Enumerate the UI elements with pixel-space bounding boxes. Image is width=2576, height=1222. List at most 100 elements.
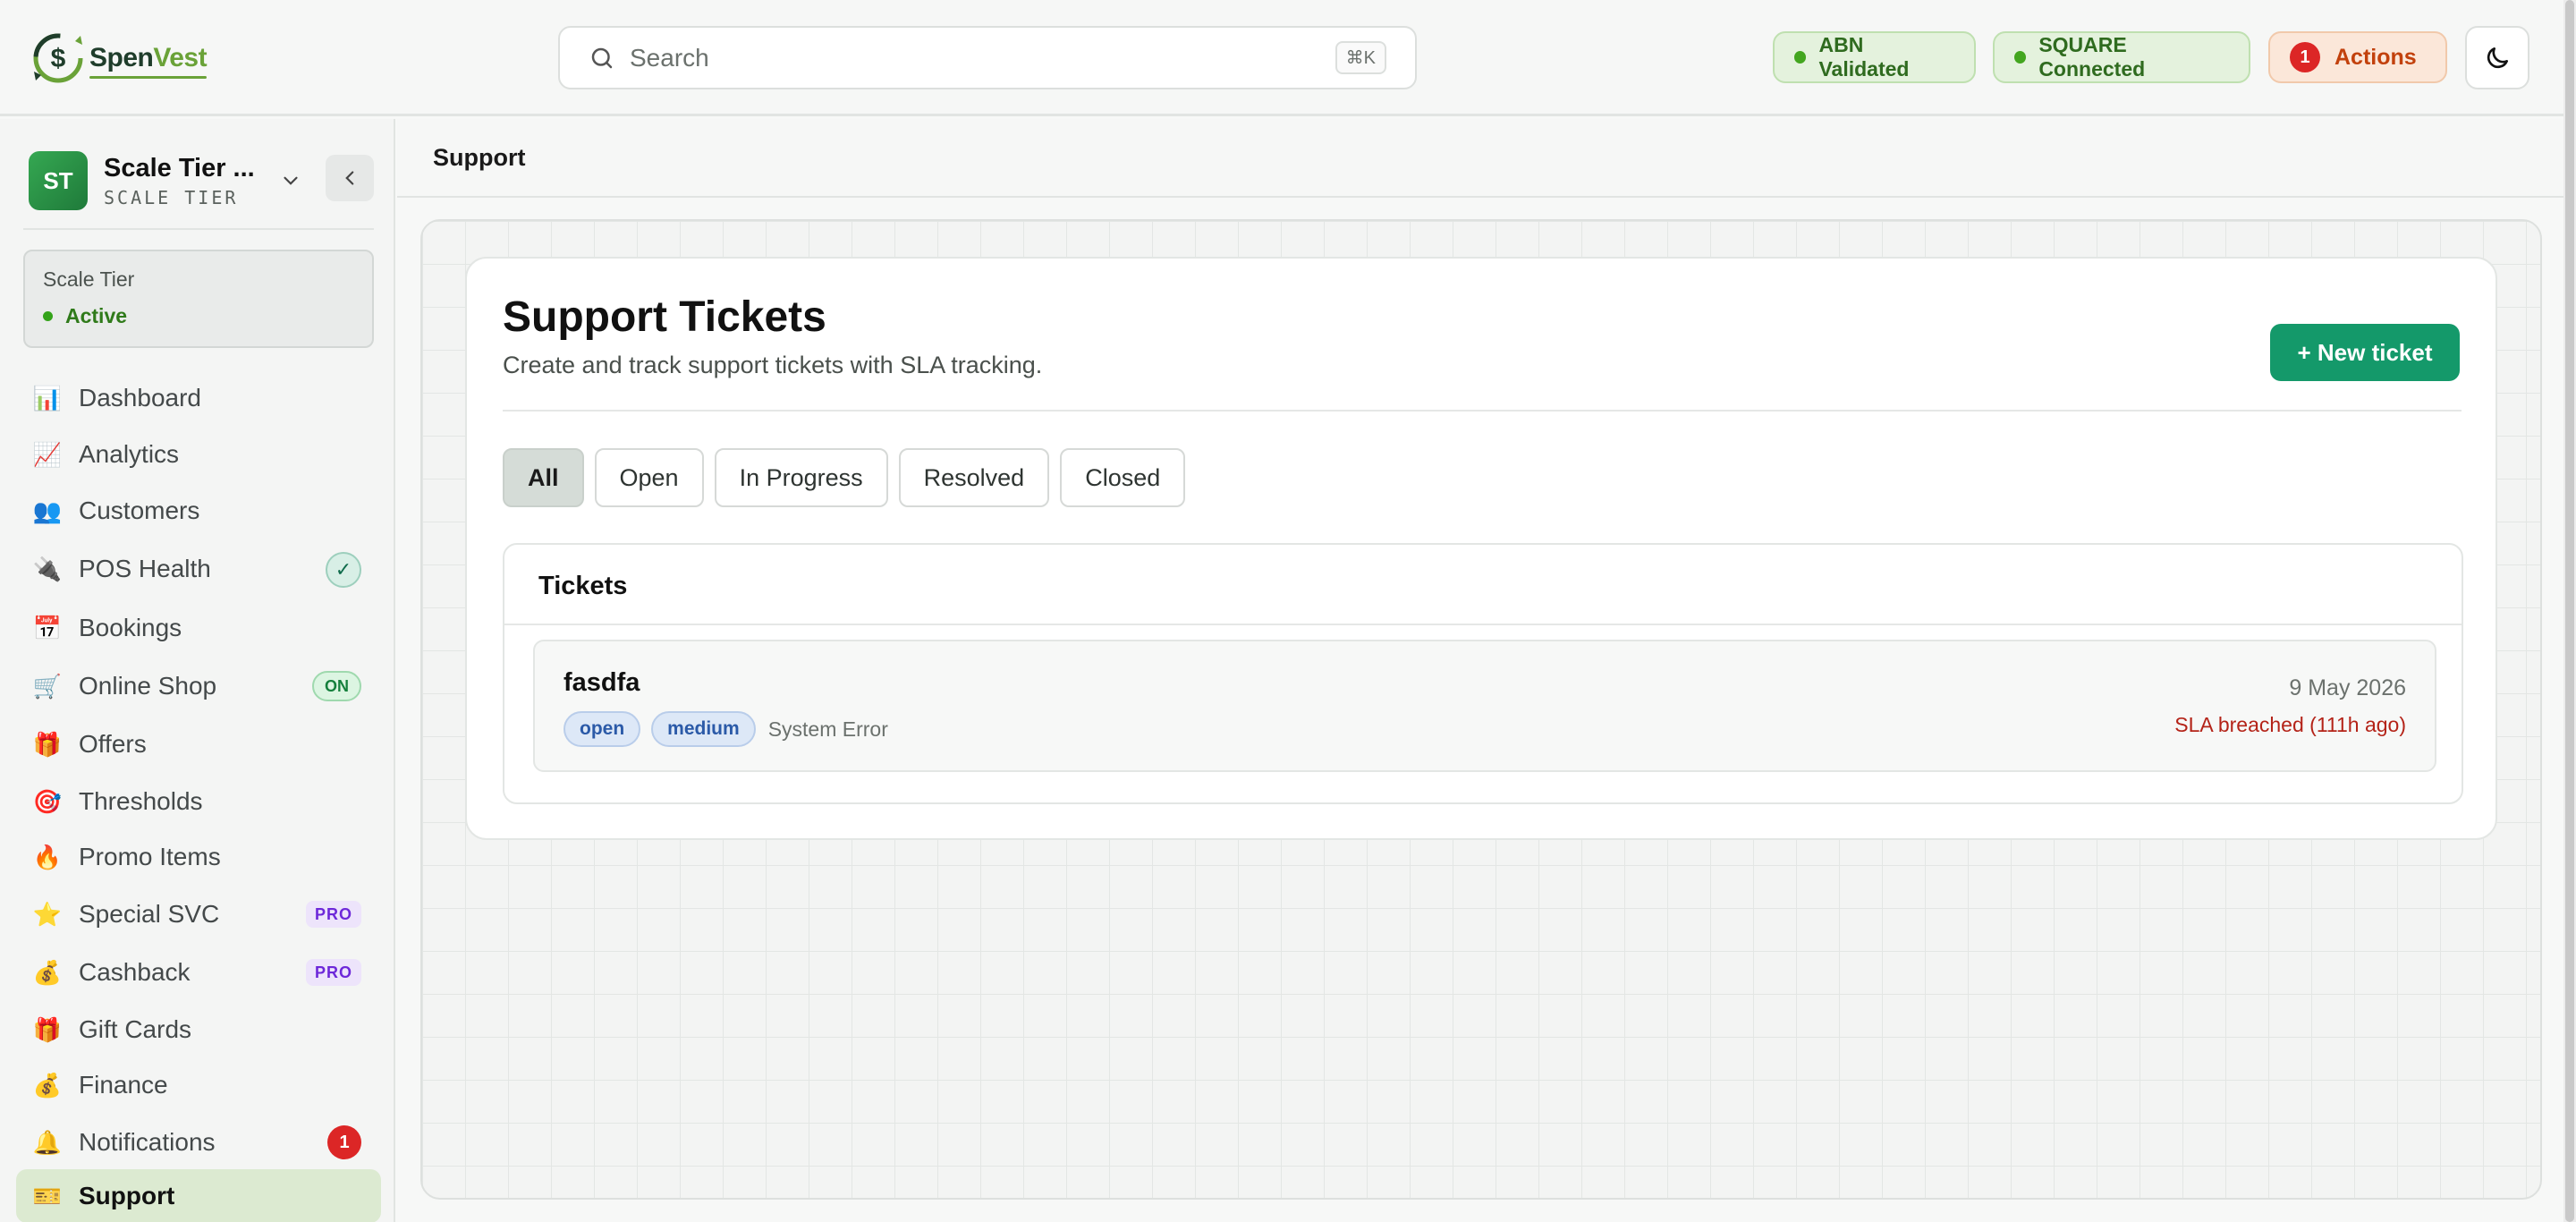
- workspace-switcher[interactable]: ST Scale Tier ... SCALE TIER: [29, 151, 369, 210]
- sidebar-item-label: Finance: [79, 1071, 168, 1099]
- sidebar-item-cashback[interactable]: 💰 Cashback PRO: [16, 946, 381, 999]
- pro-badge: PRO: [305, 959, 361, 986]
- search-shortcut-hint: ⌘K: [1335, 41, 1386, 74]
- filter-in-progress[interactable]: In Progress: [714, 448, 888, 507]
- square-connected-label: SQUARE Connected: [2038, 33, 2146, 81]
- ticket-row[interactable]: fasdfa open medium System Error 9 May 20…: [533, 640, 2436, 772]
- abn-validated-label: ABN Validated: [1818, 33, 1910, 81]
- sidebar-item-label: Promo Items: [79, 843, 221, 870]
- sidebar-item-label: Notifications: [79, 1128, 216, 1156]
- ticket-priority-tag: medium: [651, 711, 756, 747]
- ticket-sla-status: SLA breached (111h ago): [2174, 713, 2406, 736]
- sidebar-item-label: Thresholds: [79, 787, 203, 815]
- sidebar-item-finance[interactable]: 💰 Finance: [16, 1058, 381, 1112]
- workspace-name: Scale Tier ...: [104, 153, 255, 182]
- filter-open[interactable]: Open: [594, 448, 704, 507]
- collapse-sidebar-button[interactable]: [326, 155, 374, 201]
- sidebar-item-label: Online Shop: [79, 672, 217, 700]
- sidebar-item-promo-items[interactable]: 🔥 Promo Items: [16, 830, 381, 884]
- sidebar-item-bookings[interactable]: 📅 Bookings: [16, 601, 381, 655]
- ticket-date: 9 May 2026: [2289, 675, 2406, 700]
- status-dot-icon: [1794, 51, 1807, 64]
- sidebar-item-customers[interactable]: 👥 Customers: [16, 484, 381, 538]
- on-badge: ON: [312, 671, 361, 701]
- top-header: $ SpenVest ⌘K ABN Validated SQUARE Conne…: [0, 0, 2563, 116]
- tickets-heading: Tickets: [504, 545, 2462, 625]
- tier-status-label: Active: [65, 304, 128, 327]
- bell-icon: 🔔: [32, 1129, 63, 1156]
- sidebar-item-gift-cards[interactable]: 🎁 Gift Cards: [16, 1003, 381, 1057]
- actions-count-badge: 1: [2290, 42, 2320, 72]
- sidebar-item-thresholds[interactable]: 🎯 Thresholds: [16, 775, 381, 828]
- page-subtitle: Create and track support tickets with SL…: [503, 352, 1043, 378]
- moon-icon: [2487, 47, 2508, 68]
- sidebar-item-label: Analytics: [79, 440, 180, 468]
- abn-validated-badge[interactable]: ABN Validated: [1773, 31, 1976, 83]
- active-dot-icon: [43, 311, 53, 321]
- panel-divider: [503, 410, 2462, 412]
- money-bag-icon: 💰: [32, 959, 63, 986]
- tickets-card: Tickets fasdfa open medium System Error …: [503, 543, 2463, 804]
- check-icon: ✓: [326, 552, 361, 588]
- sidebar-divider: [23, 228, 374, 230]
- filter-closed[interactable]: Closed: [1060, 448, 1186, 507]
- ticket-category: System Error: [767, 717, 888, 741]
- ticket-status-filters: All Open In Progress Resolved Closed: [503, 448, 1186, 507]
- workspace-tier: SCALE TIER: [104, 186, 239, 208]
- new-ticket-button[interactable]: + New ticket: [2270, 324, 2460, 381]
- sidebar-item-online-shop[interactable]: 🛒 Online Shop ON: [16, 659, 381, 713]
- sidebar-item-label: Special SVC: [79, 900, 220, 928]
- star-icon: ⭐: [32, 901, 63, 928]
- tier-status: Active: [43, 304, 354, 328]
- sidebar-item-dashboard[interactable]: 📊 Dashboard: [16, 371, 381, 425]
- dollar-cycle-icon: $: [33, 33, 83, 83]
- bar-chart-icon: 📊: [32, 385, 63, 412]
- sidebar-item-special-svc[interactable]: ⭐ Special SVC PRO: [16, 887, 381, 941]
- search-icon: [591, 47, 613, 68]
- search-bar[interactable]: ⌘K: [558, 26, 1417, 89]
- square-connected-badge[interactable]: SQUARE Connected: [1993, 31, 2250, 83]
- sidebar-item-notifications[interactable]: 🔔 Notifications 1: [16, 1116, 381, 1169]
- sidebar-item-label: Bookings: [79, 614, 182, 641]
- sidebar-item-label: Support: [79, 1182, 175, 1209]
- sidebar-item-support[interactable]: 🎫 Support: [16, 1169, 381, 1222]
- sidebar-item-analytics[interactable]: 📈 Analytics: [16, 428, 381, 481]
- sidebar: ST Scale Tier ... SCALE TIER Scale Tier …: [0, 119, 395, 1222]
- sidebar-item-offers[interactable]: 🎁 Offers: [16, 717, 381, 771]
- sidebar-item-label: Gift Cards: [79, 1015, 192, 1043]
- filter-all[interactable]: All: [503, 448, 584, 507]
- tier-status-card: Scale Tier Active: [23, 250, 374, 348]
- gift-icon: 🎁: [32, 1016, 63, 1043]
- workspace-avatar: ST: [29, 151, 88, 210]
- support-tickets-panel: Support Tickets Create and track support…: [465, 257, 2497, 840]
- ticket-status-tag: open: [564, 711, 641, 747]
- actions-button[interactable]: 1 Actions: [2268, 31, 2447, 83]
- theme-toggle-button[interactable]: [2465, 26, 2529, 89]
- pro-badge: PRO: [305, 901, 361, 928]
- chevron-left-icon: [345, 171, 354, 185]
- page-title: Support Tickets: [503, 293, 826, 341]
- sidebar-item-label: Customers: [79, 496, 200, 524]
- target-icon: 🎯: [32, 788, 63, 815]
- fire-icon: 🔥: [32, 844, 63, 870]
- money-bag-icon: 💰: [32, 1072, 63, 1099]
- page-topbar: Support: [397, 119, 2563, 198]
- notification-count-badge: 1: [327, 1125, 361, 1159]
- plug-icon: 🔌: [32, 556, 63, 582]
- tier-label: Scale Tier: [43, 267, 135, 291]
- search-input[interactable]: [630, 43, 1335, 72]
- brand-logo[interactable]: $ SpenVest: [29, 27, 208, 89]
- breadcrumb: Support: [433, 144, 526, 171]
- sidebar-item-label: Cashback: [79, 958, 191, 986]
- sidebar-item-pos-health[interactable]: 🔌 POS Health ✓: [16, 542, 381, 596]
- filter-resolved[interactable]: Resolved: [898, 448, 1050, 507]
- ticket-icon: 🎫: [32, 1183, 63, 1209]
- ticket-title: fasdfa: [564, 668, 640, 697]
- cart-icon: 🛒: [32, 673, 63, 700]
- status-dot-icon: [2014, 51, 2027, 64]
- gift-icon: 🎁: [32, 731, 63, 758]
- sidebar-item-label: Dashboard: [79, 384, 201, 412]
- users-icon: 👥: [32, 497, 63, 524]
- chevron-down-icon[interactable]: [279, 169, 302, 192]
- page-scrollbar-thumb[interactable]: [2565, 0, 2574, 1222]
